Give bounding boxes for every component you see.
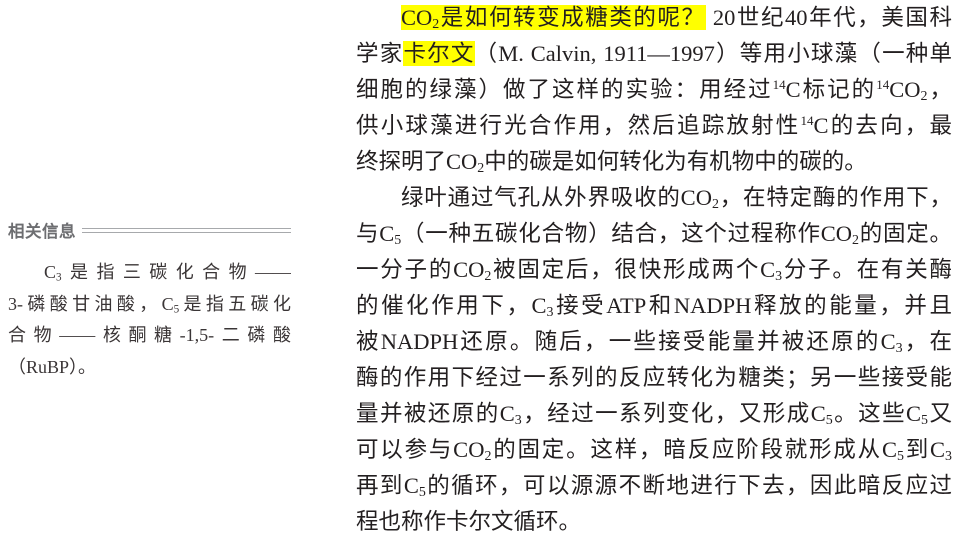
text-line: 合物——核酮糖-1,5-二磷酸 [8,320,291,352]
text-run: 酶的作用下经过一系列的反应转化为糖类；另一些接受能 [356,365,952,390]
paragraph: CO2是如何转变成糖类的呢？ 20世纪40年代，美国科 学家卡尔文（M. Calv… [356,0,952,180]
text-run: CO [401,5,433,30]
text-run: 是指五碳化 [179,293,291,314]
text-run: 绿叶通过气孔从外界吸收的CO [401,185,712,210]
text-run: C [44,262,57,282]
main-text: CO2是如何转变成糖类的呢？ 20世纪40年代，美国科 学家卡尔文（M. Calv… [356,0,952,540]
subscript: 5 [418,485,426,501]
text-run: 是如何转变成糖类的呢？ [439,5,706,30]
text-run: 再到C [356,473,419,498]
text-run: ，经过一系列变化，又形成C [521,401,826,426]
text-run: ，在 [902,329,952,354]
text-run: 的循环，可以源源不断地进行下去，因此暗反应过 [425,473,952,498]
text-run: 到C [903,437,946,462]
text-run: 是指三碳化合物—— [61,262,291,282]
text-line: 程也称作卡尔文循环。 [356,504,952,540]
sidebar-heading: 相关信息 [8,222,76,241]
text-run: （M. Calvin, 1911—1997）等用小球藻（一种单 [474,41,952,66]
text-run: 供小球藻进行光合作用，然后追踪放射性 [356,113,801,138]
text-run: 又 [928,401,952,426]
text-run: ，在特定酶的作用下， [718,185,952,210]
text-line: 与C5（一种五碳化合物）结合，这个过程称作CO2的固定。 [356,216,952,252]
text-run: 20世纪40年代，美国科 [705,5,952,30]
text-line: 酶的作用下经过一系列的反应转化为糖类；另一些接受能 [356,360,952,396]
subscript: 5 [825,413,833,429]
highlighted-text: CO2是如何转变成糖类的呢？ [401,5,706,32]
text-line: 绿叶通过气孔从外界吸收的CO2，在特定酶的作用下， [356,180,952,216]
paragraph: 绿叶通过气孔从外界吸收的CO2，在特定酶的作用下， 与C5（一种五碳化合物）结合，… [356,180,952,540]
text-run: （一种五碳化合物）结合，这个过程称作CO [401,221,852,246]
text-run: 细胞的绿藻）做了这样的实验：用经过 [356,77,773,102]
text-run: （RuBP）。 [8,356,97,377]
text-run: 程也称作卡尔文循环。 [356,509,582,534]
text-run: 与C [356,221,395,246]
text-run: 终探明了CO [356,149,478,174]
sidebar-double-rule [82,227,291,233]
text-line: 可以参与CO2的固定。这样，暗反应阶段就形成从C5到C3 [356,432,952,468]
text-run: 合物——核酮糖-1,5-二磷酸 [8,325,291,345]
text-run: CO [889,77,921,102]
text-line: （RuBP）。 [8,352,291,384]
superscript: 14 [772,76,786,92]
text-run: 一分子的CO [356,257,485,282]
text-run: 。这些C [832,401,922,426]
text-line: 3-磷酸甘油酸，C5是指五碳化 [8,289,291,321]
text-line: 终探明了CO2中的碳是如何转化为有机物中的碳的。 [356,144,952,180]
text-run: ， [927,77,952,102]
sidebar-note: C3是指三碳化合物—— 3-磷酸甘油酸，C5是指五碳化合物——核酮糖-1,5-二磷… [8,257,291,383]
text-line: 被NADPH还原。随后，一些接受能量并被还原的C3，在 [356,324,952,360]
text-run: 的固定。这样，暗反应阶段就形成从C [491,437,897,462]
subscript: 2 [851,233,859,249]
text-run: 接受ATP和NADPH释放的能量，并且 [553,293,953,318]
subscript: 5 [921,413,929,429]
text-run: 被固定后，很快形成两个C [491,257,776,282]
text-line: 再到C5的循环，可以源源不断地进行下去，因此暗反应过 [356,468,952,504]
subscript: 5 [896,449,904,465]
text-run: 的催化作用下，C [356,293,547,318]
subscript: 3 [895,341,903,357]
text-run: 量并被还原的C [356,401,515,426]
text-run: 分子。在有关酶 [782,257,952,282]
text-run: 可以参与CO [356,437,485,462]
subscript: 2 [711,197,719,213]
text-run: 3-磷酸甘油酸，C [8,293,174,314]
text-line: 量并被还原的C3，经过一系列变化，又形成C5。这些C5又 [356,396,952,432]
superscript: 14 [800,112,814,128]
text-run: 的固定。 [858,221,952,246]
text-run: C的去向，最 [813,113,952,138]
text-run: 中的碳是如何转化为有机物中的碳的。 [484,149,867,174]
text-line: C3是指三碳化合物—— [8,257,291,289]
highlighted-text: 卡尔文 [403,41,475,66]
text-run: 学家 [356,41,404,66]
sidebar-heading-row: 相关信息 [8,219,291,241]
text-run: 被NADPH还原。随后，一些接受能量并被还原的C [356,329,896,354]
text-line: CO2是如何转变成糖类的呢？ 20世纪40年代，美国科 [356,0,952,36]
subscript: 3 [945,449,952,465]
text-line: 的催化作用下，C3接受ATP和NADPH释放的能量，并且 [356,288,952,324]
text-line: 细胞的绿藻）做了这样的实验：用经过14C标记的14CO2， [356,72,952,108]
text-line: 供小球藻进行光合作用，然后追踪放射性14C的去向，最 [356,108,952,144]
text-line: 学家卡尔文（M. Calvin, 1911—1997）等用小球藻（一种单 [356,36,952,72]
subscript: 3 [546,305,554,321]
text-line: 一分子的CO2被固定后，很快形成两个C3分子。在有关酶 [356,252,952,288]
superscript: 14 [876,76,890,92]
subscript: 3 [514,413,522,429]
text-run: C标记的 [785,77,877,102]
text-run: 卡尔文 [403,41,475,66]
